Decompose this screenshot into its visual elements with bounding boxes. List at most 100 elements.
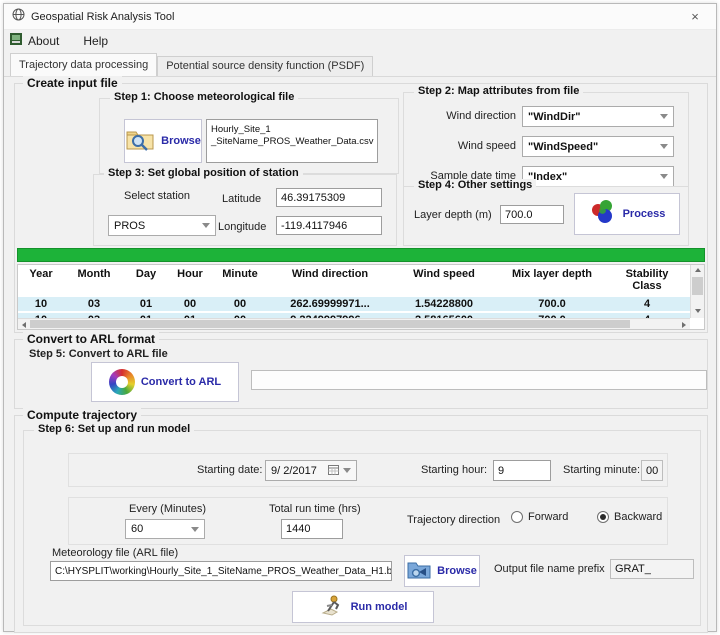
create-input-file-title: Create input file [23, 76, 122, 90]
longitude-field[interactable]: -119.4117946 [276, 216, 382, 235]
scroll-left-icon[interactable] [22, 322, 26, 328]
starting-hour-label: Starting hour: [421, 464, 487, 476]
select-station-label: Select station [124, 190, 190, 202]
scroll-down-icon[interactable] [695, 309, 701, 313]
column-header[interactable]: Stability Class [608, 265, 686, 295]
table-cell: 03 [64, 297, 124, 311]
process-label: Process [623, 208, 666, 220]
browse-arl-file-button[interactable]: Browse [404, 555, 480, 587]
column-header[interactable]: Wind speed [392, 265, 496, 295]
browse-arl-file-label: Browse [437, 565, 477, 577]
compute-trajectory-title: Compute trajectory [23, 408, 141, 422]
table-cell: 700.0 [496, 297, 608, 311]
sample-date-time-select[interactable]: "Index" [522, 166, 674, 187]
station-value: PROS [114, 220, 198, 232]
chevron-down-icon [202, 223, 210, 228]
wind-speed-select[interactable]: "WindSpeed" [522, 136, 674, 157]
met-arl-file-field[interactable]: C:\HYSPLIT\working\Hourly_Site_1_SiteNam… [50, 561, 392, 581]
menu-item-about[interactable]: About [26, 32, 67, 50]
run-model-label: Run model [351, 601, 408, 613]
starting-date-picker[interactable]: 9/ 2/2017 [265, 460, 357, 481]
step5-title: Step 5: Convert to ARL file [29, 348, 168, 360]
horizontal-scroll-thumb[interactable] [30, 320, 630, 328]
every-minutes-select[interactable]: 60 [125, 519, 205, 539]
vertical-scroll-thumb[interactable] [692, 277, 703, 295]
total-run-time-field[interactable]: 1440 [281, 519, 343, 539]
chevron-down-icon [343, 468, 351, 473]
folder-search-icon [125, 127, 155, 156]
wind-direction-select[interactable]: "WindDir" [522, 106, 674, 127]
tab-content: Create input file Step 1: Choose meteoro… [4, 76, 716, 631]
convert-to-arl-button[interactable]: Convert to ARL [91, 362, 239, 402]
window-title: Geospatial Risk Analysis Tool [31, 11, 174, 23]
convert-to-arl-label: Convert to ARL [141, 376, 221, 388]
starting-date-label: Starting date: [197, 464, 262, 476]
app-icon [12, 8, 25, 26]
output-prefix-label: Output file name prefix [494, 563, 605, 575]
forward-radio-label: Forward [528, 511, 568, 523]
browse-met-file-label: Browse [161, 135, 201, 147]
longitude-label: Longitude [218, 221, 266, 233]
column-header[interactable]: Day [124, 265, 168, 295]
starting-hour-field[interactable]: 9 [493, 460, 551, 481]
column-header[interactable]: Year [18, 265, 64, 295]
process-progress-bar [17, 248, 705, 262]
step3-title: Step 3: Set global position of station [104, 167, 303, 179]
step4-title: Step 4: Other settings [414, 179, 536, 191]
layer-depth-label: Layer depth (m) [414, 209, 492, 221]
table-row[interactable]: 10 03 01 00 00 262.69999971... 1.5422880… [18, 295, 690, 311]
run-model-button[interactable]: Run model [292, 591, 434, 623]
forward-radio[interactable]: Forward [511, 511, 568, 523]
rainbow-ring-icon [109, 369, 135, 395]
chevron-down-icon [660, 114, 668, 119]
scroll-up-icon[interactable] [695, 268, 701, 272]
step1-group: Step 1: Choose meteorological file Brows… [99, 98, 399, 174]
browse-met-file-button[interactable]: Browse [124, 119, 202, 163]
table-cell: 00 [168, 297, 212, 311]
column-header[interactable]: Mix layer depth [496, 265, 608, 295]
column-header[interactable]: Wind direction [268, 265, 392, 295]
column-header[interactable]: Hour [168, 265, 212, 295]
layer-depth-field[interactable]: 700.0 [500, 205, 564, 224]
met-csv-file-field[interactable]: Hourly_Site_1 _SiteName_PROS_Weather_Dat… [206, 119, 378, 163]
starting-minute-field[interactable]: 00 [641, 460, 663, 481]
column-header[interactable]: Minute [212, 265, 268, 295]
process-button[interactable]: Process [574, 193, 680, 235]
step6-title: Step 6: Set up and run model [34, 423, 194, 435]
close-button[interactable]: × [682, 9, 708, 24]
weather-data-table: Year Month Day Hour Minute Wind directio… [17, 264, 705, 330]
rgb-spheres-icon [589, 199, 617, 230]
step1-title: Step 1: Choose meteorological file [110, 91, 298, 103]
step3-group: Step 3: Set global position of station S… [93, 174, 397, 246]
latitude-label: Latitude [222, 193, 261, 205]
menu-bar: About Help [4, 30, 716, 52]
output-prefix-field[interactable]: GRAT_ [610, 559, 694, 579]
menu-item-help[interactable]: Help [81, 32, 116, 50]
total-run-time-label: Total run time (hrs) [269, 503, 361, 515]
starting-minute-label: Starting minute: [563, 464, 640, 476]
horizontal-scrollbar[interactable] [18, 318, 690, 329]
met-arl-file-label: Meteorology file (ARL file) [52, 547, 178, 559]
convert-progress-bar [251, 370, 707, 390]
app-window: Geospatial Risk Analysis Tool × About He… [3, 3, 717, 632]
station-select[interactable]: PROS [108, 215, 216, 236]
blue-folder-icon [407, 559, 431, 584]
tab-psdf[interactable]: Potential source density function (PSDF) [157, 56, 373, 76]
run-options-panel: Every (Minutes) 60 Total run time (hrs) … [68, 497, 668, 545]
sample-date-time-value: "Index" [528, 171, 656, 183]
table-cell: 262.69999971... [268, 297, 392, 311]
chevron-down-icon [191, 527, 199, 532]
met-csv-file-line2: _SiteName_PROS_Weather_Data.csv [211, 136, 373, 148]
tab-trajectory-data-processing[interactable]: Trajectory data processing [10, 53, 157, 76]
convert-arl-group-title: Convert to ARL format [23, 332, 159, 346]
backward-radio[interactable]: Backward [597, 511, 662, 523]
table-cell: 00 [212, 297, 268, 311]
runner-icon [319, 593, 345, 622]
vertical-scrollbar[interactable] [690, 265, 704, 318]
wind-direction-value: "WindDir" [528, 111, 656, 123]
convert-arl-group: Convert to ARL format Step 5: Convert to… [14, 339, 708, 409]
table-cell: 01 [124, 297, 168, 311]
column-header[interactable]: Month [64, 265, 124, 295]
scroll-right-icon[interactable] [682, 322, 686, 328]
latitude-field[interactable]: 46.39175309 [276, 188, 382, 207]
